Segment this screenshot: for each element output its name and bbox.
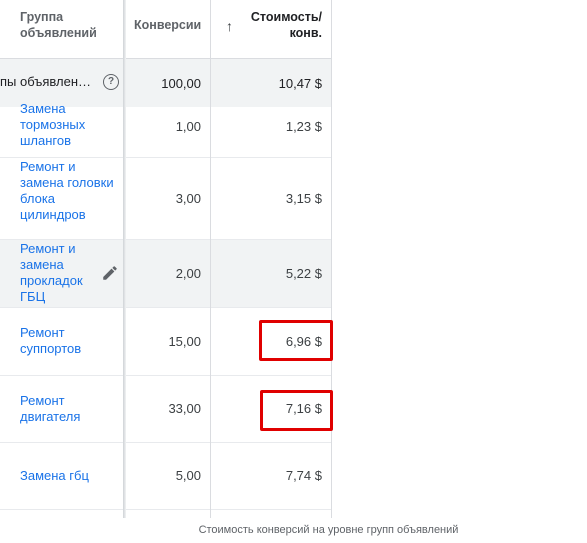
ad-group-link[interactable]: Замена гбц <box>20 468 115 484</box>
highlight-box <box>260 390 333 431</box>
help-icon[interactable]: ? <box>103 74 119 90</box>
ad-group-link[interactable]: Ремонт суппортов <box>20 325 115 357</box>
column-header-cost-per-conversion[interactable]: Стоимость/ конв. <box>222 9 322 41</box>
highlight-box <box>259 320 333 361</box>
total-cost-per-conversion: 10,47 $ <box>278 76 322 91</box>
table-row: Замена гбц 5,00 7,74 $ <box>0 443 332 510</box>
conversions-cell: 3,00 <box>175 191 201 206</box>
column-divider <box>210 0 211 518</box>
cost-cell: 7,74 $ <box>285 468 322 483</box>
cost-cell: 5,22 $ <box>285 266 322 281</box>
total-row: пы объявлен… ? 100,00 10,47 $ <box>0 59 332 107</box>
ad-group-link[interactable]: Ремонт и замена головки блока цилиндров <box>20 159 115 223</box>
frozen-column-divider <box>123 0 126 518</box>
table-row: Ремонт и замена головки блока цилиндров … <box>0 158 332 240</box>
cost-cell: 3,15 $ <box>285 191 322 206</box>
column-divider <box>331 0 332 518</box>
column-header-conversions[interactable]: Конверсии <box>134 18 201 32</box>
ad-groups-table: Группа объявлений Конверсии ↑ Стоимость/… <box>0 0 332 518</box>
total-conversions: 100,00 <box>161 76 201 91</box>
ad-group-link[interactable]: Ремонт двигателя <box>20 393 115 425</box>
table-row: Ремонт и замена прокладок ГБЦ 2,00 5,22 … <box>0 240 332 308</box>
table-header: Группа объявлений Конверсии ↑ Стоимость/… <box>0 0 332 58</box>
conversions-cell: 33,00 <box>168 401 201 416</box>
cost-cell: 1,23 $ <box>285 119 322 134</box>
column-header-ad-group[interactable]: Группа объявлений <box>20 9 120 41</box>
conversions-cell: 5,00 <box>175 468 201 483</box>
conversions-cell: 2,00 <box>175 266 201 281</box>
ad-group-link[interactable]: Замена тормозных шлангов <box>20 101 115 149</box>
table-row: Замена тормозных шлангов 1,00 1,23 $ <box>0 101 332 158</box>
conversions-cell: 15,00 <box>168 334 201 349</box>
conversions-cell: 1,00 <box>175 119 201 134</box>
total-row-label: пы объявлен… <box>0 74 92 89</box>
figure-caption: Стоимость конверсий на уровне групп объя… <box>198 524 459 536</box>
edit-pencil-icon[interactable] <box>101 264 119 282</box>
ad-group-link[interactable]: Ремонт и замена прокладок ГБЦ <box>20 241 100 305</box>
